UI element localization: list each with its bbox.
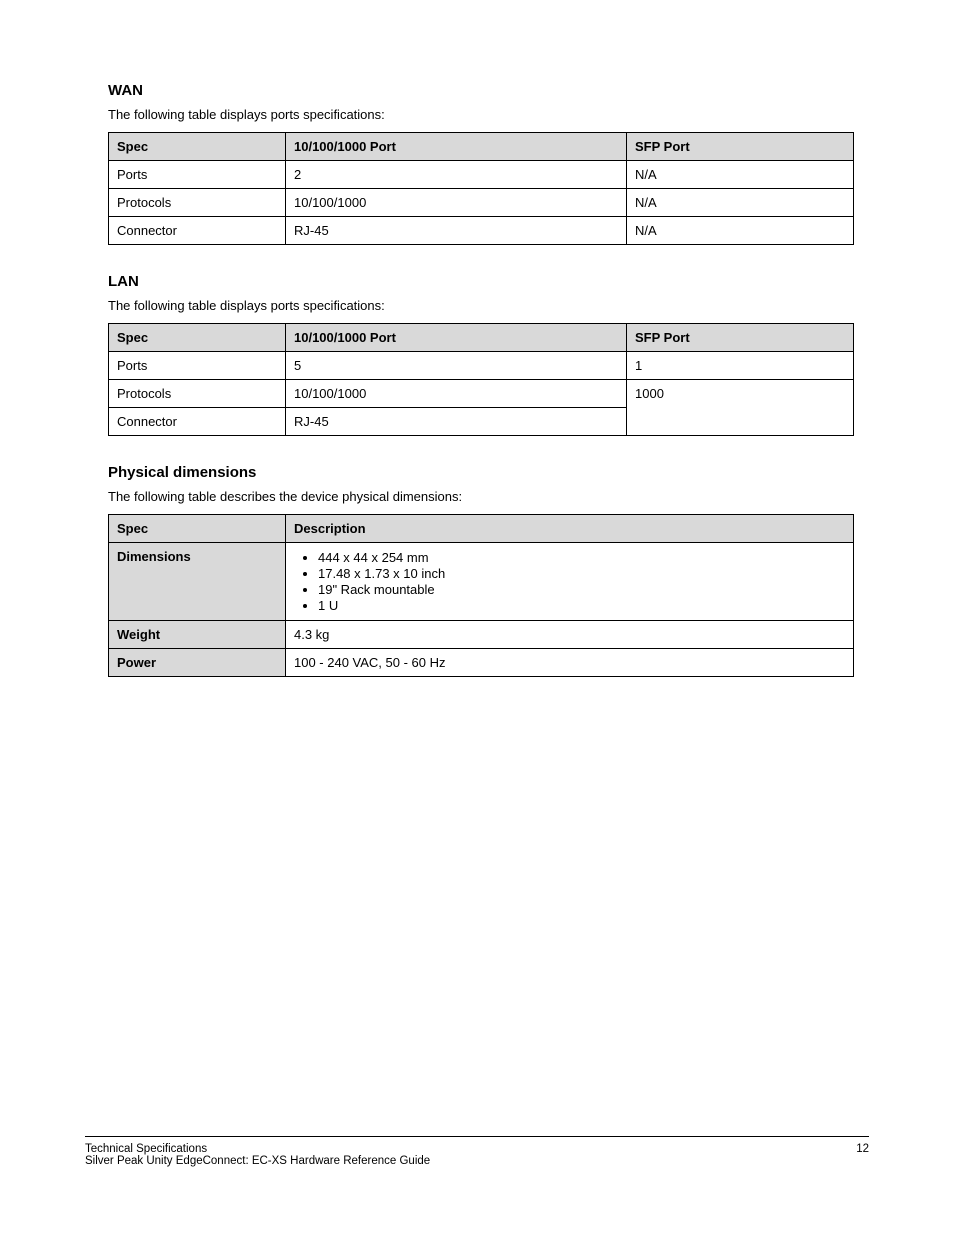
table-row: Protocols 10/100/1000 N/A — [109, 189, 854, 217]
phys-th-desc: Description — [286, 515, 854, 543]
cell-spec: Weight — [109, 621, 286, 649]
cell-spec: Ports — [109, 161, 286, 189]
table-header-row: Spec Description — [109, 515, 854, 543]
cell-eth: RJ-45 — [286, 408, 627, 436]
cell-eth: RJ-45 — [286, 217, 627, 245]
cell-eth: 2 — [286, 161, 627, 189]
dimensions-list: 444 x 44 x 254 mm 17.48 x 1.73 x 10 inch… — [294, 550, 845, 613]
cell-desc: 100 - 240 VAC, 50 - 60 Hz — [286, 649, 854, 677]
lan-th-spec: Spec — [109, 324, 286, 352]
lan-th-eth: 10/100/1000 Port — [286, 324, 627, 352]
list-item: 1 U — [318, 598, 845, 613]
wan-th-spec: Spec — [109, 133, 286, 161]
wan-subtext: The following table displays ports speci… — [108, 107, 854, 122]
page-content: WAN The following table displays ports s… — [0, 0, 954, 677]
lan-subtext: The following table displays ports speci… — [108, 298, 854, 313]
cell-spec: Ports — [109, 352, 286, 380]
cell-eth: 5 — [286, 352, 627, 380]
table-row: Protocols 10/100/1000 1000 — [109, 380, 854, 408]
cell-spec: Protocols — [109, 189, 286, 217]
cell-sfp: N/A — [627, 189, 854, 217]
table-row: Ports 5 1 — [109, 352, 854, 380]
physical-table: Spec Description Dimensions 444 x 44 x 2… — [108, 514, 854, 677]
cell-eth: 10/100/1000 — [286, 189, 627, 217]
wan-table: Spec 10/100/1000 Port SFP Port Ports 2 N… — [108, 132, 854, 245]
list-item: 19" Rack mountable — [318, 582, 845, 597]
page-footer: Technical Specifications Silver Peak Uni… — [85, 1136, 869, 1167]
table-row: Connector RJ-45 N/A — [109, 217, 854, 245]
lan-th-sfp: SFP Port — [627, 324, 854, 352]
table-header-row: Spec 10/100/1000 Port SFP Port — [109, 133, 854, 161]
wan-heading: WAN — [108, 82, 854, 99]
footer-title: Technical Specifications — [85, 1143, 207, 1155]
table-row: Dimensions 444 x 44 x 254 mm 17.48 x 1.7… — [109, 543, 854, 621]
wan-th-sfp: SFP Port — [627, 133, 854, 161]
footer-subtitle: Silver Peak Unity EdgeConnect: EC-XS Har… — [85, 1155, 430, 1167]
cell-spec: Dimensions — [109, 543, 286, 621]
phys-th-spec: Spec — [109, 515, 286, 543]
cell-sfp: 1000 — [627, 380, 854, 436]
cell-spec: Connector — [109, 408, 286, 436]
table-row: Power 100 - 240 VAC, 50 - 60 Hz — [109, 649, 854, 677]
lan-table: Spec 10/100/1000 Port SFP Port Ports 5 1… — [108, 323, 854, 436]
cell-desc: 444 x 44 x 254 mm 17.48 x 1.73 x 10 inch… — [286, 543, 854, 621]
footer-left: Technical Specifications Silver Peak Uni… — [85, 1143, 430, 1167]
table-row: Weight 4.3 kg — [109, 621, 854, 649]
list-item: 17.48 x 1.73 x 10 inch — [318, 566, 845, 581]
cell-desc: 4.3 kg — [286, 621, 854, 649]
physical-heading: Physical dimensions — [108, 464, 854, 481]
physical-subtext: The following table describes the device… — [108, 489, 854, 504]
cell-sfp: 1 — [627, 352, 854, 380]
cell-spec: Power — [109, 649, 286, 677]
list-item: 444 x 44 x 254 mm — [318, 550, 845, 565]
cell-spec: Protocols — [109, 380, 286, 408]
table-header-row: Spec 10/100/1000 Port SFP Port — [109, 324, 854, 352]
lan-heading: LAN — [108, 273, 854, 290]
cell-sfp: N/A — [627, 217, 854, 245]
cell-spec: Connector — [109, 217, 286, 245]
table-row: Ports 2 N/A — [109, 161, 854, 189]
cell-eth: 10/100/1000 — [286, 380, 627, 408]
wan-th-eth: 10/100/1000 Port — [286, 133, 627, 161]
cell-sfp: N/A — [627, 161, 854, 189]
footer-page-number: 12 — [856, 1143, 869, 1167]
